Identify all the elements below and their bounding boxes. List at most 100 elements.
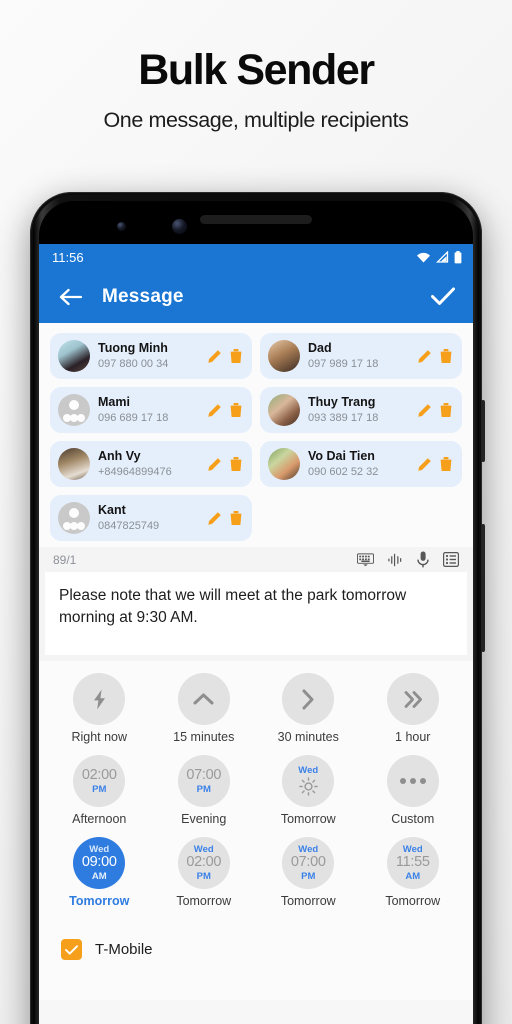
recipient-name: Kant [98,503,126,518]
schedule-time-wrap: Wed 07:00 PM [282,837,335,889]
schedule-icon-wrap: Wed [282,755,335,807]
earpiece-speaker [200,215,312,224]
schedule-option-custom[interactable]: Custom [361,755,466,837]
trash-delete-icon[interactable] [229,348,243,364]
recipient-phone: 097 989 17 18 [308,357,379,370]
recipient-name: Tuong Minh [98,341,168,356]
recipient-card[interactable]: Kant 0847825749 [50,495,252,541]
avatar [58,448,90,480]
schedule-option-tomorrow-1400[interactable]: Wed 02:00 PM Tomorrow [152,837,257,919]
avatar [58,340,90,372]
schedule-option-30-minutes[interactable]: 30 minutes [256,673,361,755]
recipient-card[interactable]: Dad 097 989 17 18 [260,333,462,379]
promo-title: Bulk Sender [138,46,375,94]
cellular-signal-icon [436,251,449,263]
recipient-name: Dad [308,341,332,356]
screen-bottom-spacer [39,960,473,1000]
recipient-card[interactable]: Anh Vy +84964899476 [50,441,252,487]
schedule-row: Wed 09:00 AM Tomorrow Wed 02:00 PM Tomor… [47,837,465,919]
compose-tool-icons [357,551,459,568]
status-bar-time: 11:56 [52,249,84,265]
schedule-label: 15 minutes [173,730,235,744]
avatar [58,394,90,426]
recipient-card[interactable]: Vo Dai Tien 090 602 52 32 [260,441,462,487]
schedule-option-afternoon[interactable]: 02:00 PM Afternoon [47,755,152,837]
schedule-label: Right now [71,730,128,744]
schedule-day: Wed [89,843,110,855]
avatar [58,502,90,534]
schedule-option-15-minutes[interactable]: 15 minutes [152,673,257,755]
checkmark-icon[interactable] [431,287,455,306]
schedule-option-tomorrow-1900[interactable]: Wed 07:00 PM Tomorrow [256,837,361,919]
avatar [268,394,300,426]
schedule-meridiem: AM [405,870,421,882]
schedule-time: 11:55 [395,854,430,871]
phone-volume-button[interactable] [481,524,485,652]
promo-header: Bulk Sender One message, multiple recipi… [0,0,512,133]
microphone-icon[interactable] [417,551,429,568]
schedule-label: Evening [181,812,227,826]
recipient-phone: 096 689 17 18 [98,411,169,424]
trash-delete-icon[interactable] [439,348,453,364]
recipient-phone: 090 602 52 32 [308,465,379,478]
chevron-up-icon [193,693,214,705]
pencil-edit-icon[interactable] [417,349,432,364]
pencil-edit-icon[interactable] [207,349,222,364]
character-counter: 89/1 [53,552,77,567]
trash-delete-icon[interactable] [229,510,243,526]
carrier-checkbox[interactable] [61,939,82,960]
compose-area: 89/1 Please note that we will meet at th… [39,547,473,661]
pencil-edit-icon[interactable] [207,457,222,472]
recipient-name: Vo Dai Tien [308,449,375,464]
schedule-meridiem: PM [301,870,316,882]
schedule-time-wrap: Wed 11:55 AM [386,837,439,889]
front-camera-icon [172,219,187,234]
trash-delete-icon[interactable] [229,456,243,472]
schedule-option-evening[interactable]: 07:00 PM Evening [152,755,257,837]
back-arrow-icon[interactable] [59,288,82,306]
phone-power-button[interactable] [481,400,485,462]
sun-icon [298,776,318,796]
recipient-card[interactable]: Thuy Trang 093 389 17 18 [260,387,462,433]
voice-waveform-icon[interactable] [388,553,403,567]
schedule-time: 09:00 [81,854,117,871]
compose-toolbar: 89/1 [39,547,473,572]
recipient-name: Mami [98,395,130,410]
pencil-edit-icon[interactable] [207,403,222,418]
recipient-card[interactable]: Mami 096 689 17 18 [50,387,252,433]
status-bar-icons [416,250,462,264]
message-text: Please note that we will meet at the par… [59,587,407,626]
schedule-day: Wed [402,843,423,855]
pencil-edit-icon[interactable] [207,511,222,526]
trash-delete-icon[interactable] [439,402,453,418]
schedule-meridiem: AM [91,870,107,882]
schedule-row: Right now 15 minutes 30 minutes 1 hour [47,673,465,755]
carrier-row[interactable]: T-Mobile [39,925,473,960]
more-dots-icon [399,778,426,784]
schedule-option-tomorrow-0900[interactable]: Wed 09:00 AM Tomorrow [47,837,152,919]
trash-delete-icon[interactable] [229,402,243,418]
pencil-edit-icon[interactable] [417,403,432,418]
schedule-option-tomorrow-1155[interactable]: Wed 11:55 AM Tomorrow [361,837,466,919]
schedule-label: Tomorrow [280,812,336,826]
schedule-option-1-hour[interactable]: 1 hour [361,673,466,755]
front-camera-secondary-icon [117,222,126,231]
phone-notch [39,201,473,244]
recipient-list: Tuong Minh 097 880 00 34 Dad 097 989 17 … [39,323,473,547]
schedule-label: 30 minutes [277,730,339,744]
message-input[interactable]: Please note that we will meet at the par… [45,572,467,655]
schedule-option-tomorrow-morning[interactable]: Wed Tomorrow [256,755,361,837]
app-bar: Message [39,270,473,323]
schedule-label: Tomorrow [280,894,336,908]
recipient-card[interactable]: Tuong Minh 097 880 00 34 [50,333,252,379]
schedule-day: Wed [193,843,214,855]
list-icon[interactable] [443,552,459,567]
schedule-icon-wrap [73,673,126,725]
recipient-phone: 0847825749 [98,519,160,532]
keyboard-icon[interactable] [357,552,374,567]
phone-mockup: 11:56 Message Tuong Minh 097 880 00 34 D… [30,192,485,1024]
pencil-edit-icon[interactable] [417,457,432,472]
trash-delete-icon[interactable] [439,456,453,472]
schedule-time-wrap: 07:00 PM [177,755,230,807]
schedule-option-right-now[interactable]: Right now [47,673,152,755]
